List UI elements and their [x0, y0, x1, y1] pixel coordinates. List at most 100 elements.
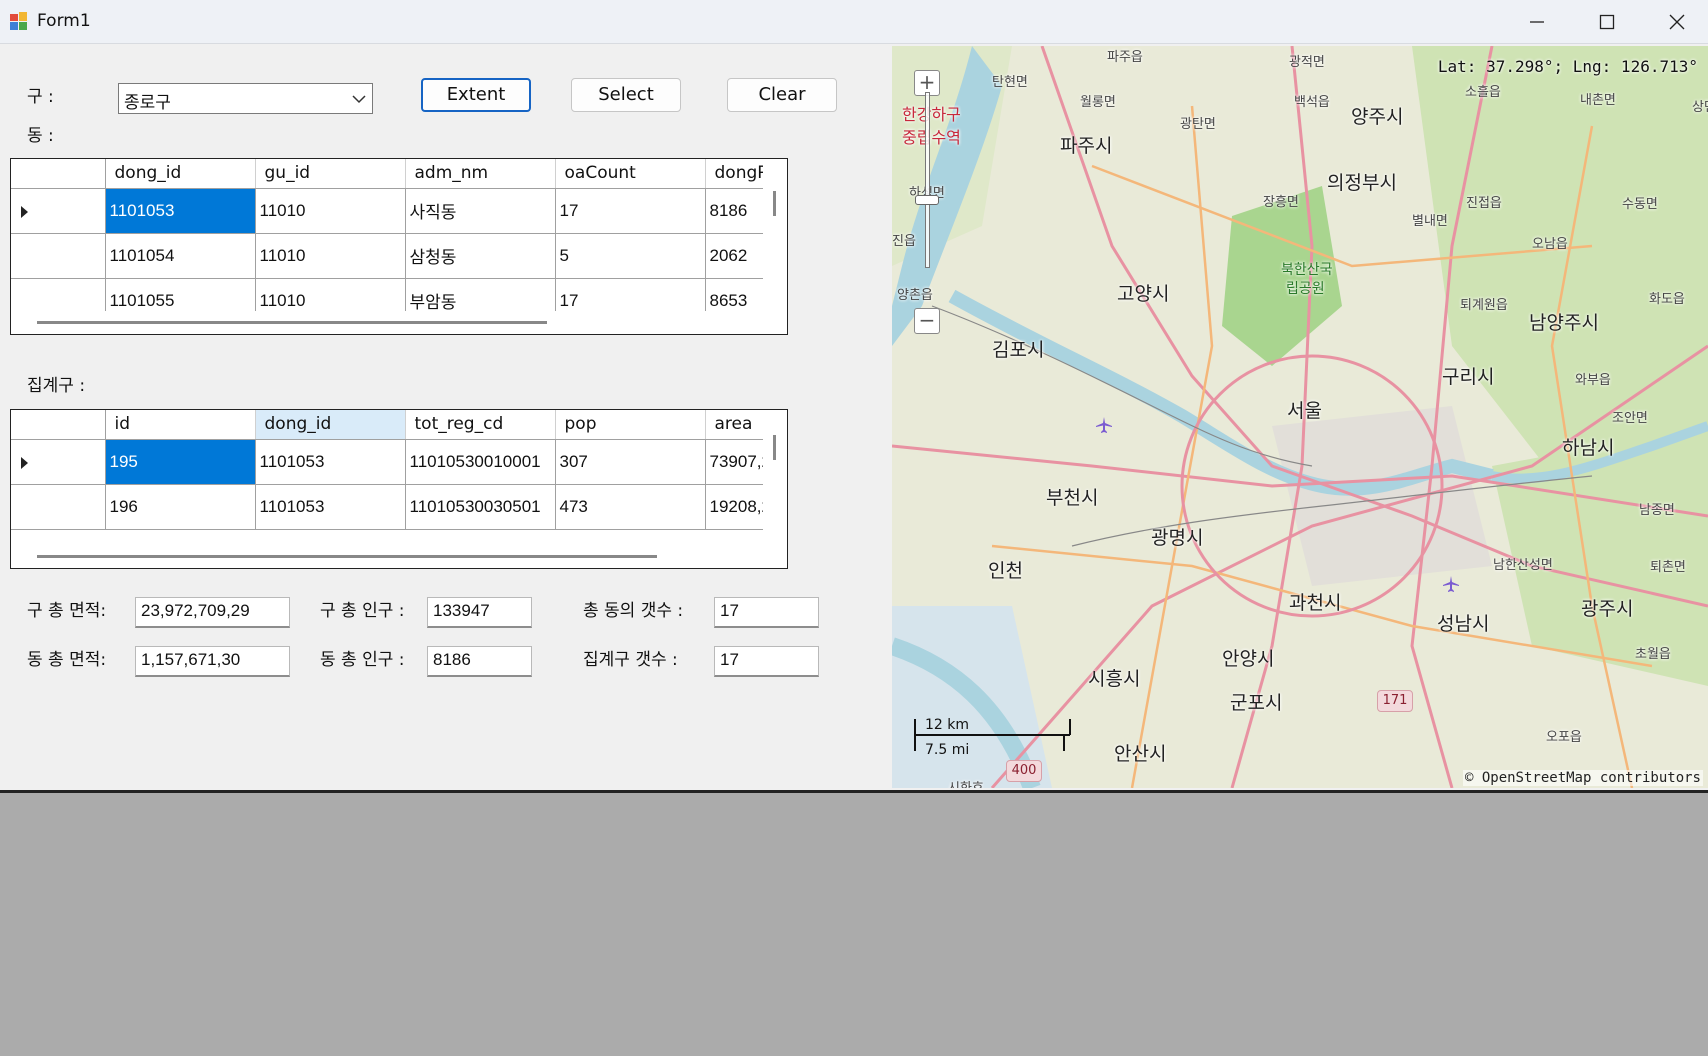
extent-button[interactable]: Extent [421, 78, 531, 112]
table-cell[interactable]: 사직동 [405, 188, 556, 234]
dong-pop-field[interactable]: 8186 [427, 646, 532, 677]
map-attribution[interactable]: © OpenStreetMap contributors [1462, 770, 1703, 786]
table-row[interactable]: 1101054 11010 삼청동 5 2062 [11, 233, 786, 279]
row-header[interactable] [11, 484, 106, 530]
table-cell[interactable]: 5 [555, 233, 706, 279]
map-place-label: 안양시 [1222, 648, 1275, 670]
table-row[interactable]: 195 1101053 11010530010001 307 73907,2 [11, 439, 786, 485]
map-place-label: 남종면 [1639, 503, 1675, 518]
map-place-label: 군포시 [1230, 692, 1283, 714]
zoom-slider[interactable] [925, 92, 930, 268]
empty-background-area [0, 790, 1708, 1056]
table-cell[interactable]: 1101053 [105, 188, 256, 234]
clear-button[interactable]: Clear [727, 78, 837, 112]
map-view[interactable]: 파주시 양주시 의정부시 고양시 김포시 남양주시 구리시 서울 하남시 부천시… [892, 46, 1708, 788]
map-place-label: 파주시 [1060, 135, 1113, 157]
dong-area-field[interactable]: 1,157,671,30 [135, 646, 290, 677]
table-cell[interactable]: 196 [105, 484, 256, 530]
column-header[interactable]: pop [555, 410, 706, 440]
gu-pop-field[interactable]: 133947 [427, 597, 532, 628]
close-button[interactable] [1642, 0, 1708, 44]
row-header[interactable] [11, 233, 106, 279]
airport-icon [1096, 417, 1112, 433]
table-cell[interactable]: 삼청동 [405, 233, 556, 279]
title-bar[interactable]: Form1 [0, 0, 1708, 44]
map-place-label: 파주읍 [1107, 50, 1143, 65]
gu-area-field[interactable]: 23,972,709,29 [135, 597, 290, 628]
minimize-button[interactable] [1502, 0, 1572, 44]
table-cell[interactable]: 17 [555, 188, 706, 234]
vertical-scroll-thumb[interactable] [773, 435, 776, 460]
table-row[interactable]: 1101053 11010 사직동 17 8186 [11, 188, 786, 234]
vertical-scrollbar[interactable] [763, 159, 787, 311]
select-button[interactable]: Select [571, 78, 681, 112]
column-header[interactable]: id [105, 410, 256, 440]
map-place-label: 의정부시 [1327, 172, 1397, 194]
map-place-label: 남한산성면 [1493, 558, 1553, 573]
table-cell[interactable]: 11010530010001 [405, 439, 556, 485]
agg-grid[interactable]: id dong_id tot_reg_cd pop area 195 11010… [10, 409, 788, 569]
current-row-icon [21, 205, 28, 218]
map-place-label: 퇴촌면 [1650, 560, 1686, 575]
agg-count-field[interactable]: 17 [714, 646, 819, 677]
agg-grid-header: id dong_id tot_reg_cd pop area [11, 410, 786, 440]
horizontal-scrollbar[interactable] [11, 311, 787, 334]
horizontal-scrollbar[interactable] [11, 545, 787, 568]
maximize-button[interactable] [1572, 0, 1642, 44]
map-place-label: 양주시 [1351, 106, 1404, 128]
gu-label: 구 : [27, 87, 54, 107]
map-place-label: 양촌읍 [897, 288, 933, 303]
row-header[interactable] [11, 188, 106, 234]
zoom-slider-thumb[interactable] [915, 195, 939, 205]
agg-label: 집계구 : [27, 376, 86, 396]
route-shield: 171 [1377, 690, 1413, 712]
map-place-label: 광명시 [1151, 527, 1204, 549]
window-title: Form1 [37, 11, 91, 31]
column-header[interactable]: oaCount [555, 159, 706, 189]
table-cell[interactable]: 11010 [255, 188, 406, 234]
map-place-label: 장흥면 [1263, 195, 1299, 210]
vertical-scrollbar[interactable] [763, 410, 787, 544]
row-header[interactable] [11, 439, 106, 485]
close-icon [1669, 14, 1685, 30]
column-header[interactable]: dong_id [255, 410, 406, 440]
table-cell[interactable]: 473 [555, 484, 706, 530]
map-place-label: 와부읍 [1575, 373, 1611, 388]
map-place-label: 한강하구 [902, 105, 961, 124]
table-cell[interactable]: 1101053 [255, 439, 406, 485]
map-place-label: 화도읍 [1649, 292, 1685, 307]
map-place-label: 상면 [1692, 100, 1708, 115]
table-cell[interactable]: 1101054 [105, 233, 256, 279]
map-place-label: 내촌면 [1580, 93, 1616, 108]
table-cell[interactable]: 1101053 [255, 484, 406, 530]
horizontal-scroll-thumb[interactable] [37, 555, 657, 558]
map-place-label: 오남읍 [1532, 237, 1568, 252]
map-place-label: 별내면 [1412, 214, 1448, 229]
map-place-label: 조안면 [1612, 411, 1648, 426]
column-header[interactable]: adm_nm [405, 159, 556, 189]
table-cell[interactable]: 307 [555, 439, 706, 485]
column-header[interactable]: dong_id [105, 159, 256, 189]
map-place-label: 시흥시 [1088, 668, 1141, 690]
map-place-label: 탄현면 [992, 75, 1028, 90]
column-header[interactable]: gu_id [255, 159, 406, 189]
current-row-icon [21, 456, 28, 469]
dong-grid[interactable]: dong_id gu_id adm_nm oaCount dongP 11010… [10, 158, 788, 335]
total-dong-field[interactable]: 17 [714, 597, 819, 628]
gu-combobox[interactable]: 종로구 [118, 83, 373, 114]
table-row[interactable]: 196 1101053 11010530030501 473 19208,2 [11, 484, 786, 530]
map-place-label: 광주시 [1581, 598, 1634, 620]
column-header[interactable]: tot_reg_cd [405, 410, 556, 440]
route-shield: 400 [1006, 760, 1042, 782]
horizontal-scroll-thumb[interactable] [37, 321, 547, 324]
table-cell[interactable]: 11010530030501 [405, 484, 556, 530]
chevron-down-icon [352, 95, 366, 104]
app-icon [10, 12, 27, 30]
table-cell[interactable]: 11010 [255, 233, 406, 279]
maximize-icon [1599, 14, 1615, 30]
map-place-label: 진접읍 [1466, 196, 1502, 211]
table-cell[interactable]: 195 [105, 439, 256, 485]
vertical-scroll-thumb[interactable] [773, 191, 776, 216]
airport-icon [1443, 576, 1459, 592]
zoom-out-button[interactable]: − [914, 308, 940, 334]
